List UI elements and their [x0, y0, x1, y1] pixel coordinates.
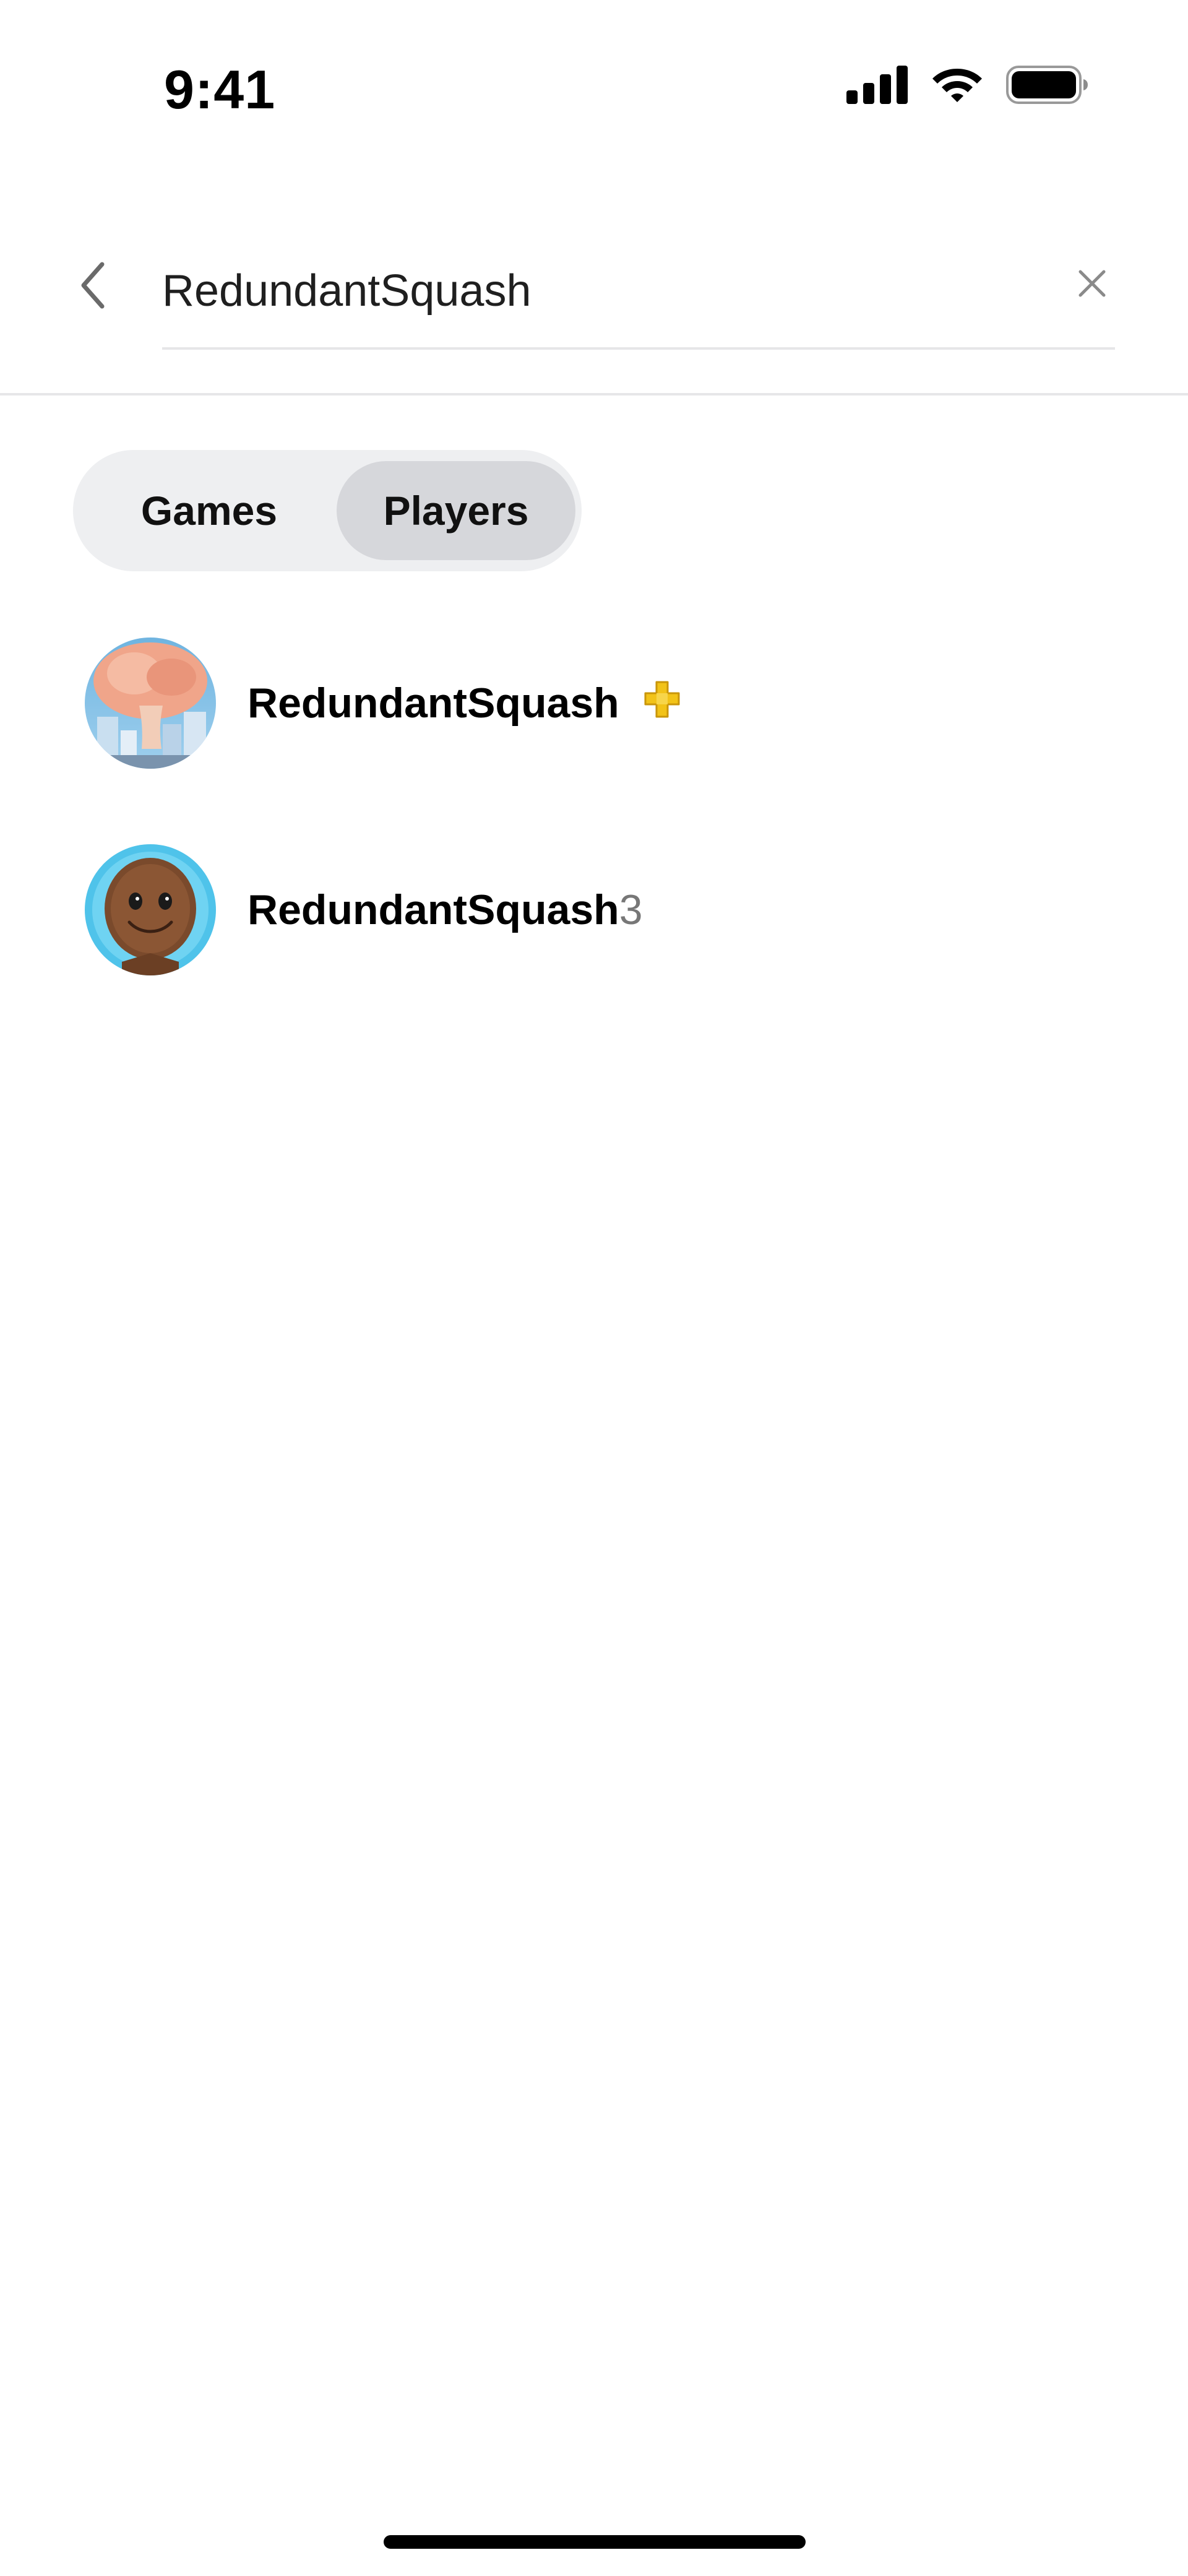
- header-divider: [0, 393, 1188, 395]
- chevron-left-icon: [77, 261, 108, 313]
- player-name-rest: 3: [619, 886, 643, 933]
- tab-players[interactable]: Players: [337, 461, 575, 560]
- clear-search-button[interactable]: [1070, 260, 1114, 309]
- status-time: 9:41: [164, 59, 276, 120]
- battery-icon: [1006, 66, 1089, 107]
- playstation-plus-icon: [640, 678, 684, 722]
- status-icons: [846, 65, 1089, 108]
- player-name: RedundantSquash3: [248, 879, 643, 941]
- tab-games[interactable]: Games: [98, 461, 321, 560]
- close-icon: [1078, 269, 1106, 301]
- screen: 9:41 RedundantSquash Games Players Redun…: [0, 0, 1188, 2576]
- category-segmented-control: Games Players: [73, 450, 582, 571]
- cellular-signal-icon: [846, 66, 908, 107]
- back-button[interactable]: [68, 253, 118, 321]
- search-field: [162, 260, 1115, 350]
- search-input[interactable]: [162, 260, 1028, 322]
- sackboy-avatar: [85, 844, 216, 975]
- player-result-row[interactable]: RedundantSquash: [80, 638, 1132, 774]
- wifi-icon: [931, 65, 984, 108]
- home-indicator[interactable]: [384, 2535, 806, 2549]
- mushroom-cloud-avatar: [85, 638, 216, 769]
- player-name-match: RedundantSquash: [248, 680, 619, 727]
- player-name-match: RedundantSquash: [248, 886, 619, 933]
- player-name: RedundantSquash: [248, 672, 619, 734]
- player-result-row[interactable]: RedundantSquash3: [80, 844, 1132, 980]
